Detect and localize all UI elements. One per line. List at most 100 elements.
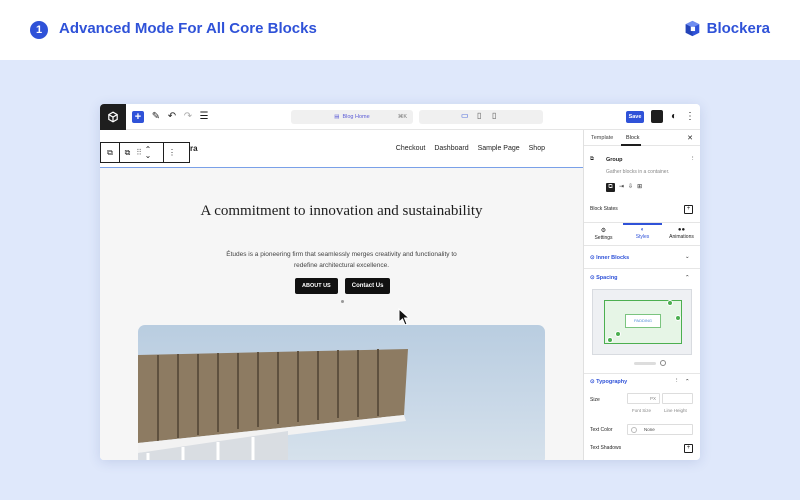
chevron-down-icon[interactable]: ⌄ — [685, 254, 690, 260]
animation-icon: ●● — [677, 227, 686, 233]
font-size-input[interactable]: PX — [627, 393, 660, 404]
inner-blocks-icon: ⊙ — [590, 255, 595, 261]
tab-block[interactable]: Block — [626, 135, 639, 141]
typography-options-icon[interactable]: ⋮ — [674, 378, 680, 384]
contrast-icon[interactable]: ◐ — [668, 110, 680, 123]
editor-canvas[interactable]: ⧉ ⧉ ⠿ ⌃ ⌄ ⋮ ra Checkout Dashboard Sample … — [100, 130, 583, 460]
tab-settings-label: Settings — [594, 235, 613, 241]
spacing-icon: ⊙ — [590, 275, 595, 281]
move-arrows-icon[interactable]: ⌃ ⌄ — [143, 145, 153, 159]
color-swatch — [631, 427, 637, 433]
row-variation-icon[interactable]: ⇥ — [619, 183, 624, 192]
text-color-picker[interactable]: None — [627, 424, 693, 435]
about-us-button[interactable]: ABOUT US — [295, 278, 338, 294]
block-toolbar: ⧉ ⧉ ⠿ ⌃ ⌄ ⋮ — [100, 142, 190, 163]
building-photo — [138, 349, 408, 460]
nav-item-shop[interactable]: Shop — [529, 145, 545, 152]
block-name: Group — [606, 157, 623, 163]
undo-icon[interactable]: ↶ — [166, 110, 178, 123]
tab-template[interactable]: Template — [591, 135, 613, 141]
step-badge: 1 — [30, 21, 48, 39]
document-bar[interactable]: ▤ Blog Home ⌘K — [291, 110, 413, 124]
block-inserter-dot[interactable] — [341, 300, 344, 303]
active-sub-tab-indicator — [623, 223, 662, 225]
font-size-label: Font Size — [632, 408, 652, 413]
padding-left-handle[interactable] — [615, 331, 621, 337]
document-title: Blog Home — [342, 114, 370, 120]
tab-styles[interactable]: ◐ Styles — [623, 227, 662, 240]
tablet-icon[interactable]: ▯ — [477, 111, 481, 120]
padding-label: PADDING — [625, 314, 661, 328]
mouse-cursor-icon — [398, 308, 410, 326]
padding-bottom-handle[interactable] — [607, 337, 613, 343]
list-view-icon[interactable]: ☰ — [198, 110, 210, 123]
active-tab-indicator — [621, 144, 641, 146]
header-banner: 1 Advanced Mode For All Core Blocks Bloc… — [0, 0, 800, 60]
brand-logo: Blockera — [684, 20, 770, 37]
sidebar-tabs: Template Block ✕ — [584, 130, 700, 146]
site-logo[interactable]: ra — [190, 144, 198, 153]
block-selection-outline — [100, 167, 583, 168]
nav-item-dashboard[interactable]: Dashboard — [434, 145, 468, 152]
drag-handle-icon[interactable]: ⠿ — [135, 148, 143, 157]
site-icon[interactable] — [100, 104, 126, 130]
spacing-box-model[interactable]: PADDING — [592, 289, 692, 355]
pencil-icon[interactable]: ✎ — [150, 110, 162, 123]
block-variations: ⧉ ⇥ ⇩ ⊞ — [606, 183, 642, 192]
text-color-label: Text Color — [590, 427, 613, 433]
group-icon[interactable]: ⧉ — [120, 148, 135, 158]
typography-panel[interactable]: ⊙ Typography — [590, 379, 627, 385]
parent-block-icon[interactable]: ⧉ — [101, 148, 119, 158]
spacing-label: Spacing — [596, 275, 618, 281]
device-preview-bar: ▭ ▯ ▯ — [419, 110, 543, 124]
tab-settings[interactable]: ⚙ Settings — [584, 227, 623, 241]
hero-title[interactable]: A commitment to innovation and sustainab… — [200, 202, 483, 221]
block-options-icon[interactable]: ⋮ — [690, 156, 696, 162]
line-height-label: Line Height — [664, 408, 687, 413]
stack-variation-icon[interactable]: ⇩ — [628, 183, 633, 192]
add-text-shadow-button[interactable]: + — [684, 444, 693, 453]
typography-icon: ⊙ — [590, 379, 595, 385]
padding-top-handle[interactable] — [667, 300, 673, 306]
add-state-button[interactable]: + — [684, 205, 693, 214]
spacing-panel[interactable]: ⊙ Spacing — [590, 275, 618, 281]
page-icon: ▤ — [334, 114, 340, 120]
block-states-label: Block States — [590, 206, 618, 212]
add-block-button[interactable]: + — [132, 111, 144, 123]
editor-window: + ✎ ↶ ↷ ☰ ▤ Blog Home ⌘K ▭ ▯ ▯ Save ◐ ⋮ … — [100, 104, 700, 460]
contact-us-button[interactable]: Contact Us — [344, 278, 391, 294]
chevron-up-icon[interactable]: ⌃ — [685, 275, 690, 281]
inner-blocks-panel[interactable]: ⊙ Inner Blocks — [590, 255, 629, 261]
editor-topbar: + ✎ ↶ ↷ ☰ ▤ Blog Home ⌘K ▭ ▯ ▯ Save ◐ ⋮ — [100, 104, 700, 130]
desktop-icon[interactable]: ▭ — [461, 111, 469, 120]
padding-right-handle[interactable] — [675, 315, 681, 321]
close-icon[interactable]: ✕ — [687, 134, 693, 142]
save-button[interactable]: Save — [626, 111, 644, 123]
typography-label: Typography — [596, 379, 628, 385]
cube-icon — [685, 20, 699, 37]
hero-subtitle[interactable]: Études is a pioneering firm that seamles… — [220, 249, 463, 271]
banner-title: Advanced Mode For All Core Blocks — [59, 20, 317, 37]
nav-item-checkout[interactable]: Checkout — [396, 145, 426, 152]
spacing-reset-icon[interactable] — [660, 360, 666, 366]
group-variation-icon[interactable]: ⧉ — [606, 183, 615, 192]
line-height-input[interactable] — [662, 393, 693, 404]
tab-animations[interactable]: ●● Animations — [662, 227, 700, 240]
text-shadows-label: Text Shadows — [590, 445, 622, 451]
grid-variation-icon[interactable]: ⊞ — [637, 183, 642, 192]
redo-icon[interactable]: ↷ — [182, 110, 194, 123]
text-color-value: None — [644, 427, 655, 432]
hero-buttons: ABOUT US Contact Us — [295, 278, 391, 294]
hero-image[interactable] — [138, 325, 545, 460]
tab-animations-label: Animations — [669, 234, 694, 240]
chevron-up-icon[interactable]: ⌃ — [685, 379, 690, 385]
options-icon[interactable]: ⋮ — [164, 148, 180, 157]
inner-blocks-label: Inner Blocks — [596, 255, 630, 261]
spacing-slider[interactable] — [634, 362, 656, 365]
mobile-icon[interactable]: ▯ — [492, 111, 496, 120]
padding-area[interactable]: PADDING — [604, 300, 682, 344]
cube-icon — [108, 111, 118, 123]
sidebar-toggle-button[interactable] — [651, 110, 663, 123]
nav-item-sample-page[interactable]: Sample Page — [478, 145, 520, 152]
more-options-icon[interactable]: ⋮ — [684, 110, 696, 123]
